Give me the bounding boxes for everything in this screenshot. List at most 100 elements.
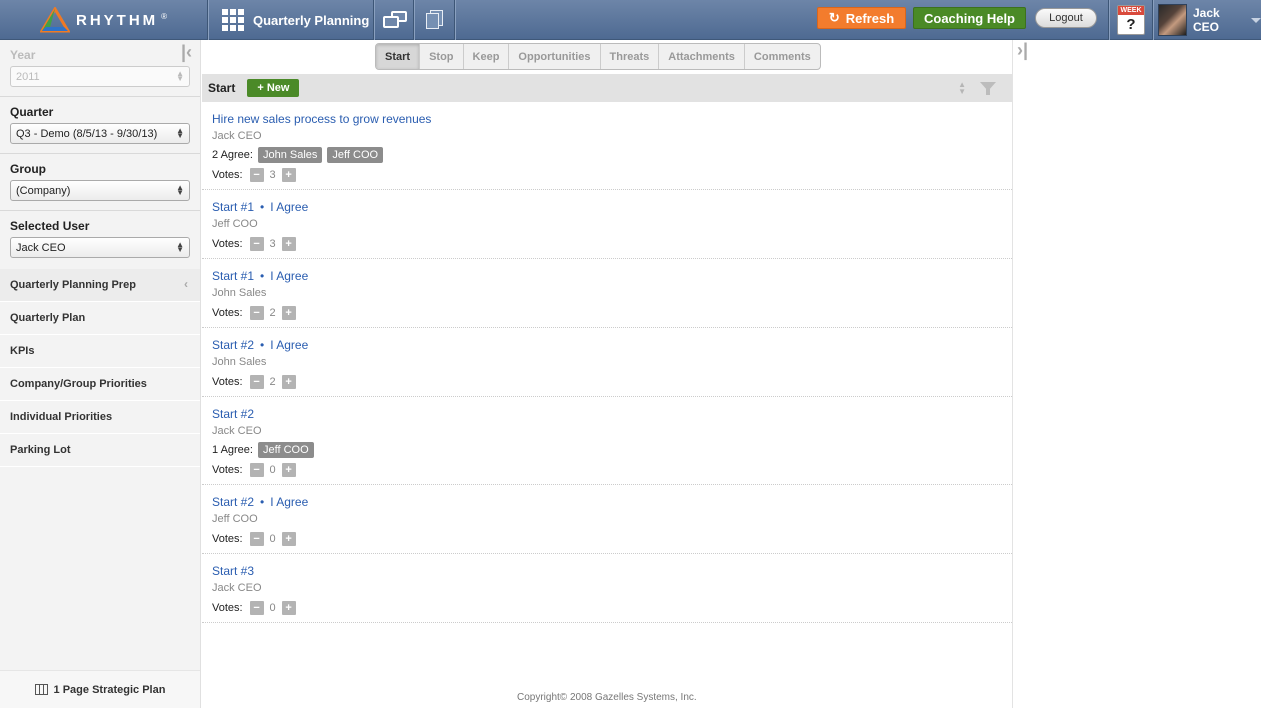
collapse-sidebar-icon[interactable]: |‹ bbox=[181, 42, 192, 63]
item-author: Jack CEO bbox=[212, 130, 262, 142]
item-title-row: Start #1 • I Agree bbox=[212, 269, 1002, 284]
item-title-link[interactable]: Start #2 bbox=[212, 407, 254, 421]
logo-text: RHYTHM bbox=[76, 11, 159, 29]
quarter-select[interactable]: Q3 - Demo (8/5/13 - 9/30/13) ▲ ▼ bbox=[10, 123, 190, 144]
votes-label: Votes: bbox=[212, 533, 243, 545]
app-switcher[interactable]: Quarterly Planning bbox=[208, 0, 372, 40]
year-select[interactable]: 2011 ▲ ▼ bbox=[10, 66, 190, 87]
sidebar: |‹ Year 2011 ▲ ▼ Quarter Q3 - Demo (8/5/1… bbox=[0, 40, 201, 708]
agree-row: 2 Agree: John Sales Jeff COO bbox=[212, 147, 1002, 163]
item-author: Jeff COO bbox=[212, 513, 258, 525]
expand-right-panel-icon[interactable]: ›| bbox=[1017, 40, 1028, 61]
chat-bubbles-icon bbox=[383, 11, 407, 29]
tab-keep[interactable]: Keep bbox=[464, 44, 510, 69]
app-title: Quarterly Planning bbox=[253, 12, 370, 28]
copyright-text: Copyright© 2008 Gazelles Systems, Inc. bbox=[517, 692, 697, 703]
discussions-button[interactable] bbox=[375, 0, 415, 40]
vote-down-button[interactable]: − bbox=[249, 375, 264, 389]
vote-count: 3 bbox=[269, 238, 276, 250]
tab-opportunities[interactable]: Opportunities bbox=[509, 44, 601, 69]
group-value: (Company) bbox=[16, 184, 71, 197]
agree-row: 1 Agree: Jeff COO bbox=[212, 442, 1002, 458]
tab-stop[interactable]: Stop bbox=[420, 44, 464, 69]
vote-up-button[interactable]: + bbox=[281, 375, 296, 389]
list-item: Start #2 • I Agree John Sales Votes: −2 + bbox=[202, 328, 1012, 397]
sidebar-nav: Quarterly Planning Prep ‹ Quarterly Plan… bbox=[0, 269, 200, 467]
item-author: John Sales bbox=[212, 356, 267, 368]
avatar bbox=[1158, 4, 1187, 36]
item-title-row: Start #3 bbox=[212, 564, 1002, 579]
item-author: Jack CEO bbox=[212, 425, 262, 437]
year-label: Year bbox=[10, 48, 36, 62]
agree-count: 2 Agree: bbox=[212, 149, 253, 161]
vote-down-button[interactable]: − bbox=[249, 463, 264, 477]
vote-down-button[interactable]: − bbox=[249, 168, 264, 182]
i-agree-link[interactable]: I Agree bbox=[270, 200, 308, 214]
vote-up-button[interactable]: + bbox=[281, 237, 296, 251]
i-agree-link[interactable]: I Agree bbox=[270, 338, 308, 352]
vote-count: 0 bbox=[269, 602, 276, 614]
documents-button[interactable] bbox=[414, 0, 454, 40]
tab-threats[interactable]: Threats bbox=[601, 44, 660, 69]
documents-icon bbox=[425, 10, 443, 30]
vote-down-button[interactable]: − bbox=[249, 532, 264, 546]
sidebar-item-quarterly-plan[interactable]: Quarterly Plan bbox=[0, 302, 200, 335]
item-title-link[interactable]: Start #1 bbox=[212, 269, 254, 283]
item-title-link[interactable]: Start #2 bbox=[212, 338, 254, 352]
sidebar-item-parking-lot[interactable]: Parking Lot bbox=[0, 434, 200, 467]
list-item: Start #2 Jack CEO 1 Agree: Jeff COO Votes: −0… bbox=[202, 397, 1012, 485]
refresh-icon: ↻ bbox=[828, 10, 840, 25]
list-title: Start bbox=[208, 81, 236, 95]
tab-attachments[interactable]: Attachments bbox=[659, 44, 745, 69]
item-title-row: Start #2 • I Agree bbox=[212, 495, 1002, 510]
i-agree-link[interactable]: I Agree bbox=[270, 495, 308, 509]
week-help-calendar-icon[interactable]: WEEK ? bbox=[1117, 5, 1145, 35]
group-select[interactable]: (Company) ▲ ▼ bbox=[10, 180, 190, 201]
votes-label: Votes: bbox=[212, 376, 243, 388]
item-title-link[interactable]: Start #2 bbox=[212, 495, 254, 509]
sort-icon[interactable]: ▲ ▼ bbox=[958, 81, 966, 96]
select-arrows-icon: ▲ ▼ bbox=[176, 69, 184, 83]
sidebar-item-label: Company/Group Priorities bbox=[10, 378, 147, 390]
sidebar-item-label: Parking Lot bbox=[10, 444, 71, 456]
vote-down-button[interactable]: − bbox=[249, 601, 264, 615]
vote-down-button[interactable]: − bbox=[249, 306, 264, 320]
item-author: John Sales bbox=[212, 287, 267, 299]
chevron-down-icon bbox=[1251, 17, 1261, 23]
group-filter: Group (Company) ▲ ▼ bbox=[0, 154, 200, 211]
logout-button[interactable]: Logout bbox=[1035, 8, 1097, 28]
vote-up-button[interactable]: + bbox=[281, 463, 296, 477]
sidebar-item-individual-priorities[interactable]: Individual Priorities bbox=[0, 401, 200, 434]
votes-row: Votes: −3 + bbox=[212, 236, 1002, 252]
one-page-strategic-plan-link[interactable]: 1 Page Strategic Plan bbox=[0, 670, 200, 708]
selected-user-select[interactable]: Jack CEO ▲ ▼ bbox=[10, 237, 190, 258]
list-header: Start + New ▲ ▼ bbox=[202, 74, 1012, 102]
i-agree-link[interactable]: I Agree bbox=[270, 269, 308, 283]
vote-down-button[interactable]: − bbox=[249, 237, 264, 251]
votes-label: Votes: bbox=[212, 307, 243, 319]
sidebar-item-label: Quarterly Plan bbox=[10, 312, 86, 324]
new-item-button[interactable]: + New bbox=[247, 79, 300, 97]
sidebar-item-quarterly-planning-prep[interactable]: Quarterly Planning Prep ‹ bbox=[0, 269, 200, 302]
sidebar-item-company-group-priorities[interactable]: Company/Group Priorities bbox=[0, 368, 200, 401]
item-title-link[interactable]: Hire new sales process to grow revenues bbox=[212, 112, 431, 126]
rhythm-logo[interactable]: RHYTHM ® bbox=[0, 0, 207, 40]
votes-label: Votes: bbox=[212, 602, 243, 614]
agree-count: 1 Agree: bbox=[212, 444, 253, 456]
filter-icon[interactable] bbox=[980, 82, 996, 95]
refresh-button[interactable]: ↻ Refresh bbox=[817, 7, 906, 29]
vote-up-button[interactable]: + bbox=[281, 306, 296, 320]
select-arrows-icon: ▲ ▼ bbox=[176, 126, 184, 140]
item-author: Jeff COO bbox=[212, 218, 258, 230]
user-menu[interactable]: Jack CEO bbox=[1153, 0, 1261, 40]
coaching-help-button[interactable]: Coaching Help bbox=[913, 7, 1026, 29]
item-title-link[interactable]: Start #3 bbox=[212, 564, 254, 578]
vote-up-button[interactable]: + bbox=[281, 168, 296, 182]
sidebar-item-kpis[interactable]: KPIs bbox=[0, 335, 200, 368]
separator-dot: • bbox=[260, 200, 265, 214]
vote-up-button[interactable]: + bbox=[281, 532, 296, 546]
tab-comments[interactable]: Comments bbox=[745, 44, 820, 69]
vote-up-button[interactable]: + bbox=[281, 601, 296, 615]
tab-start[interactable]: Start bbox=[376, 44, 421, 69]
item-title-link[interactable]: Start #1 bbox=[212, 200, 254, 214]
